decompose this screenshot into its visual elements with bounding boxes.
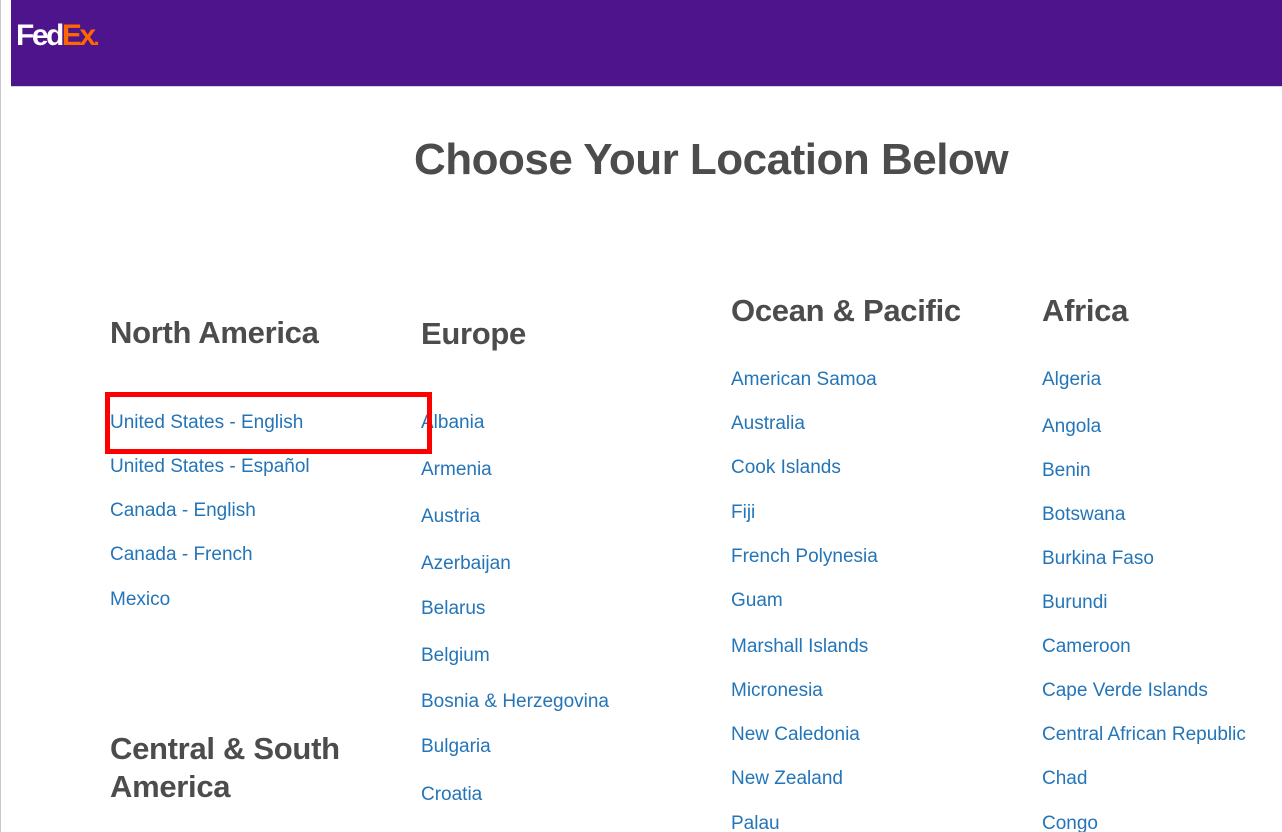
location-link-belgium[interactable]: Belgium: [421, 644, 490, 668]
location-link-botswana[interactable]: Botswana: [1042, 503, 1125, 527]
location-link-australia[interactable]: Australia: [731, 412, 805, 436]
location-link-united-states-espanol[interactable]: United States - Español: [110, 455, 310, 479]
location-link-burundi[interactable]: Burundi: [1042, 591, 1108, 615]
region-heading-europe: Europe: [421, 316, 526, 351]
location-link-belarus[interactable]: Belarus: [421, 597, 485, 621]
header-divider: [11, 86, 1282, 87]
location-link-burkina-faso[interactable]: Burkina Faso: [1042, 547, 1154, 571]
location-link-palau[interactable]: Palau: [731, 812, 780, 832]
logo-ex-text: Ex: [61, 19, 96, 52]
location-link-cameroon[interactable]: Cameroon: [1042, 635, 1131, 659]
location-link-austria[interactable]: Austria: [421, 505, 480, 529]
logo-dot: .: [93, 25, 100, 50]
location-link-marshall-islands[interactable]: Marshall Islands: [731, 635, 868, 659]
location-link-micronesia[interactable]: Micronesia: [731, 679, 823, 703]
page-title: Choose Your Location Below: [413, 135, 1009, 184]
location-link-armenia[interactable]: Armenia: [421, 458, 492, 482]
location-link-french-polynesia[interactable]: French Polynesia: [731, 545, 878, 569]
fedex-logo[interactable]: FedEx.: [16, 16, 100, 58]
location-link-congo[interactable]: Congo: [1042, 812, 1098, 832]
location-link-united-states-english[interactable]: United States - English: [110, 411, 303, 435]
location-link-new-zealand[interactable]: New Zealand: [731, 767, 843, 791]
location-link-cape-verde-islands[interactable]: Cape Verde Islands: [1042, 679, 1208, 703]
location-link-mexico[interactable]: Mexico: [110, 588, 170, 612]
page-frame: FedEx. Choose Your Location Below North …: [0, 0, 1282, 832]
location-link-algeria[interactable]: Algeria: [1042, 368, 1101, 392]
location-link-benin[interactable]: Benin: [1042, 459, 1091, 483]
region-heading-ocean-pacific: Ocean & Pacific: [731, 293, 961, 328]
location-link-bosnia-herzegovina[interactable]: Bosnia & Herzegovina: [421, 690, 609, 714]
location-link-canada-french[interactable]: Canada - French: [110, 543, 253, 567]
location-link-guam[interactable]: Guam: [731, 589, 783, 613]
region-heading-africa: Africa: [1042, 293, 1129, 328]
location-link-bulgaria[interactable]: Bulgaria: [421, 735, 491, 759]
location-link-american-samoa[interactable]: American Samoa: [731, 368, 877, 392]
location-link-canada-english[interactable]: Canada - English: [110, 499, 256, 523]
location-link-azerbaijan[interactable]: Azerbaijan: [421, 552, 511, 576]
logo-fed-text: Fed: [16, 19, 64, 52]
location-link-cook-islands[interactable]: Cook Islands: [731, 456, 841, 480]
region-heading-north-america: North America: [110, 315, 319, 350]
location-link-new-caledonia[interactable]: New Caledonia: [731, 723, 860, 747]
location-link-fiji[interactable]: Fiji: [731, 501, 755, 525]
location-link-croatia[interactable]: Croatia: [421, 783, 482, 807]
region-heading-central-south-america: Central & South America: [110, 731, 340, 804]
location-link-angola[interactable]: Angola: [1042, 415, 1101, 439]
location-link-central-african-republic[interactable]: Central African Republic: [1042, 723, 1246, 747]
header-bar: [11, 0, 1282, 86]
location-link-chad[interactable]: Chad: [1042, 767, 1087, 791]
location-link-albania[interactable]: Albania: [421, 411, 484, 435]
